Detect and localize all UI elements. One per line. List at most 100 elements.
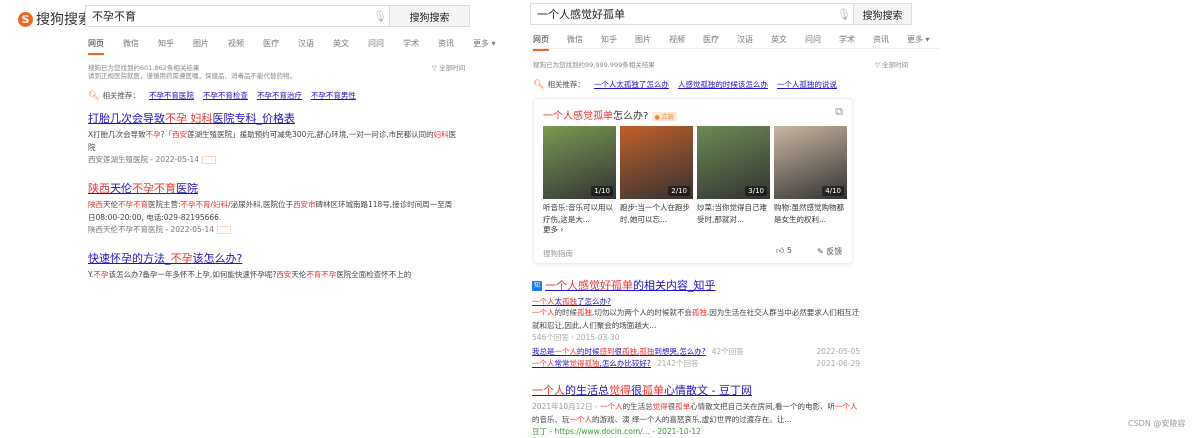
highlight-text: 孤独 (577, 308, 592, 317)
related-search-link[interactable]: 不孕不育治疗 (257, 90, 302, 101)
text-segment: 医院主营: (148, 200, 181, 209)
text-segment: 的游戏、演 绎一个人的喜怒哀乐,虚幻世界的过渡存在。让... (592, 414, 792, 424)
tab-item[interactable]: 知乎 (158, 38, 174, 49)
card-item[interactable]: 3/10 炒菜:当你觉得自己难受时,那就对... (697, 126, 770, 226)
text-segment: 怎么办? (613, 111, 649, 122)
card-badge: ● 立刻 (651, 111, 677, 121)
tab-item[interactable]: 图片 (635, 34, 651, 45)
result-url[interactable]: 豆丁 - https://www.docin.com/... - 2021-10… (532, 426, 862, 438)
result-meta: 陕西天伦不孕不育医院 - 2022-05-14 (88, 224, 458, 236)
tab-item[interactable]: 更多 ▾ (473, 38, 496, 49)
card-image[interactable]: 4/10 (774, 126, 847, 199)
text-segment: 快速怀孕的方法_ (88, 252, 171, 265)
tab-item[interactable]: 微信 (123, 38, 139, 49)
time-filter[interactable]: ▽ 全部时间 (432, 64, 465, 72)
tab-item[interactable]: 问问 (805, 34, 821, 45)
text-segment: 常常 (554, 359, 570, 368)
text-segment: 医院 (176, 182, 198, 195)
top-question-link[interactable]: 一个人太孤独了怎么办? (532, 296, 860, 307)
result-source: 陕西天伦不孕不育医院 - 2022-05-14 (88, 225, 215, 234)
related-question-row: 我总是一个人的时候感到很孤独,孤独到想哭,怎么办? 42个回答 2022-05-05 (532, 346, 860, 358)
card-item[interactable]: 4/10 购物:虽然感觉购物都是女生的权利... (774, 126, 847, 226)
image-counter: 4/10 (822, 186, 844, 196)
card-image[interactable]: 3/10 (697, 126, 770, 199)
highlight-text: 不孕 (165, 112, 187, 125)
tab-item[interactable]: 学术 (839, 34, 855, 45)
highlight-text: 西安市 (292, 200, 316, 209)
text-segment: 2021年10月12日 - (532, 402, 601, 411)
search-button[interactable]: 搜狗搜索 (389, 6, 469, 26)
search-input[interactable]: 一个人感觉好孤单 (531, 6, 835, 22)
tab-item[interactable]: 汉语 (737, 34, 753, 45)
highlight-text: 孤独 (691, 308, 707, 317)
result-title[interactable]: 快速怀孕的方法_不孕该怎么办? (88, 250, 458, 266)
related-question-link[interactable]: 我总是一个人的时候感到很孤独,孤独到想哭,怎么办? (532, 346, 706, 358)
related-search-link[interactable]: 不孕不育检查 (203, 90, 248, 101)
microphone-icon[interactable]: 🎙 (371, 10, 389, 23)
watermark: CSDN @安陵容 (1128, 419, 1186, 428)
card-image[interactable]: 2/10 (620, 126, 693, 199)
result-snippet: X打胎几次会导致不孕?「西安莲湖生殖医院」援助预约可减免300元,舒心环境,一对… (88, 129, 458, 154)
highlight-text: 孤单 (642, 384, 664, 397)
highlight-text: 西安 (276, 270, 292, 279)
sogou-logo[interactable]: S 搜狗搜索 (18, 9, 92, 29)
card-item[interactable]: 1/10 听音乐:音乐可以用以疗伤,这是大... (543, 126, 616, 226)
tab-item[interactable]: 知乎 (601, 34, 617, 45)
tab-item[interactable]: 网页 (533, 34, 549, 51)
card-more-link[interactable]: 更多 › (543, 224, 563, 235)
tab-item[interactable]: 更多 ▾ (907, 34, 930, 45)
highlight-text: 不育不孕 (306, 270, 337, 279)
tab-item[interactable]: 英文 (771, 34, 787, 45)
result-title[interactable]: 陕西天伦不孕不育医院 (88, 180, 458, 196)
result-source: 西安莲湖生殖医院 - 2022-05-14 (88, 155, 200, 164)
related-search-link[interactable]: 人感觉孤独的时候该怎么办 (678, 79, 768, 90)
result-title[interactable]: 一个人的生活总觉得很孤单心情散文 - 豆丁网 (532, 382, 862, 398)
tab-item[interactable]: 医疗 (263, 38, 279, 49)
text-segment: X打胎几次会导致 (88, 130, 146, 139)
tab-item[interactable]: 医疗 (703, 34, 719, 45)
tab-item[interactable]: 视频 (669, 34, 685, 45)
card-item[interactable]: 2/10 跑步:当一个人在跑步时,她可以忘... (620, 126, 693, 226)
highlight-text: 觉得 (652, 402, 668, 411)
search-input[interactable]: 不孕不育 (86, 8, 371, 24)
results-list: 打胎几次会导致不孕 妇科医院专科_价格表 X打胎几次会导致不孕?「西安莲湖生殖医院… (88, 110, 458, 296)
related-question-row: 一个人常常觉得孤独,怎么办比较好? 2142个回答 2021-06-29 (532, 358, 860, 370)
time-filter[interactable]: ▽ 全部时间 (875, 61, 908, 69)
search-button[interactable]: 搜狗搜索 (853, 4, 911, 24)
external-link-icon[interactable]: ⧉ (835, 105, 843, 119)
related-search-link[interactable]: 一个人孤独的说说 (777, 79, 837, 90)
related-searches: 🔍︎ 相关推荐： 一个人太孤独了怎么办 人感觉孤独的时候该怎么办 一个人孤独的说说 (533, 79, 837, 90)
result-meta: 546个回答 · 2015-03-30 (532, 333, 620, 342)
tab-item[interactable]: 汉语 (298, 38, 314, 49)
tab-item[interactable]: 资讯 (873, 34, 889, 45)
tab-item[interactable]: 学术 (403, 38, 419, 49)
microphone-icon[interactable]: 🎙 (835, 8, 853, 21)
text-segment: 天伦 (110, 182, 132, 195)
highlight-text: 不孕 (145, 130, 161, 139)
tab-item[interactable]: 问问 (368, 38, 384, 49)
feedback-button[interactable]: ✎ 反馈 (817, 246, 842, 257)
tab-item[interactable]: 视频 (228, 38, 244, 49)
text-segment: /泌尿外科,医院位于 (228, 200, 293, 209)
related-search-link[interactable]: 不孕不育医院 (149, 90, 194, 101)
card-title[interactable]: 一个人感觉孤单怎么办? ● 立刻 (543, 107, 677, 122)
tab-item[interactable]: 微信 (567, 34, 583, 45)
result-title[interactable]: 知一个人感觉好孤单的相关内容_知乎 (532, 277, 860, 293)
guide-card: 一个人感觉孤单怎么办? ● 立刻 ⧉ 1/10 听音乐:音乐可以用以疗伤,这是大.… (533, 98, 853, 264)
like-button[interactable]: 👍︎ 5 (776, 246, 792, 256)
tab-item[interactable]: 网页 (88, 38, 104, 55)
image-counter: 2/10 (668, 186, 690, 196)
zhihu-result: 知一个人感觉好孤单的相关内容_知乎 一个人太孤独了怎么办? 一个人的时候孤独,切… (532, 277, 860, 370)
highlight-text: 一个人 (600, 402, 623, 411)
tab-item[interactable]: 英文 (333, 38, 349, 49)
result-title[interactable]: 打胎几次会导致不孕 妇科医院专科_价格表 (88, 110, 458, 126)
related-question-link[interactable]: 一个人常常觉得孤独,怎么办比较好? (532, 358, 651, 370)
highlight-text: 一个人 (532, 297, 555, 306)
tab-item[interactable]: 图片 (193, 38, 209, 49)
related-search-link[interactable]: 不孕不育男性 (311, 90, 356, 101)
card-image[interactable]: 1/10 (543, 126, 616, 199)
text-segment: 的时候 (554, 308, 578, 317)
text-segment: 莲湖生殖医院」援助预约可减免300元,舒心环境,一对一问诊,市民都认同的 (187, 130, 434, 139)
tab-item[interactable]: 资讯 (438, 38, 454, 49)
related-search-link[interactable]: 一个人太孤独了怎么办 (594, 79, 669, 90)
